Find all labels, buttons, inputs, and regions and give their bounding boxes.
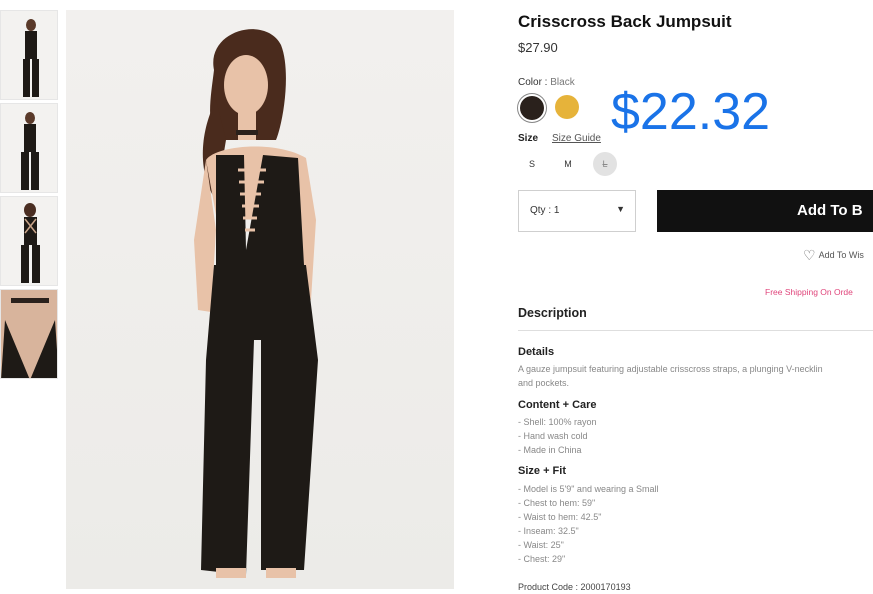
product-code: Product Code : 2000170193 — [518, 582, 631, 592]
size-guide-link[interactable]: Size Guide — [552, 133, 601, 144]
size-label: Size — [518, 133, 539, 144]
model-image — [1, 290, 57, 378]
color-swatch-black[interactable] — [520, 96, 544, 120]
model-image — [21, 112, 39, 190]
list-item: - Made in China — [518, 445, 582, 455]
list-item: - Waist: 25" — [518, 540, 564, 550]
product-price: $27.90 — [518, 40, 558, 55]
sale-price-overlay: $22.32 — [611, 83, 771, 141]
list-item: - Inseam: 32.5" — [518, 526, 579, 536]
list-item: - Chest to hem: 59" — [518, 498, 596, 508]
list-item: - Shell: 100% rayon — [518, 417, 597, 427]
model-image — [21, 203, 40, 283]
thumbnail-detail[interactable] — [0, 289, 58, 379]
details-line: A gauze jumpsuit featuring adjustable cr… — [518, 364, 823, 374]
description-divider — [518, 330, 873, 331]
size-option-s[interactable]: S — [520, 152, 544, 176]
color-swatch-mustard[interactable] — [555, 95, 579, 119]
quantity-label: Qty : 1 — [530, 205, 560, 216]
color-label: Color : Black — [518, 77, 575, 88]
product-title: Crisscross Back Jumpsuit — [518, 12, 732, 31]
details-line: and pockets. — [518, 378, 570, 388]
description-heading: Description — [518, 306, 587, 320]
free-shipping-notice[interactable]: Free Shipping On Orde — [765, 287, 853, 297]
color-selected-value: Black — [550, 77, 575, 88]
add-to-bag-button[interactable]: Add To B — [657, 190, 873, 232]
list-item: - Model is 5'9" and wearing a Small — [518, 484, 659, 494]
add-to-wishlist-label: Add To Wis — [818, 250, 864, 260]
caret-down-icon: ▼ — [616, 204, 625, 214]
list-item: - Chest: 29" — [518, 554, 566, 564]
details-heading: Details — [518, 346, 555, 358]
model-image — [194, 29, 318, 578]
thumbnail-back[interactable] — [0, 196, 58, 286]
size-option-l[interactable]: L — [593, 152, 617, 176]
model-image — [23, 19, 39, 97]
size-fit-list: - Model is 5'9" and wearing a Small - Ch… — [518, 482, 658, 566]
main-product-image[interactable] — [66, 10, 454, 589]
size-fit-heading: Size + Fit — [518, 465, 566, 477]
size-option-m[interactable]: M — [556, 152, 580, 176]
content-care-list: - Shell: 100% rayon - Hand wash cold - M… — [518, 415, 597, 457]
thumbnail-front-1[interactable] — [0, 10, 58, 100]
content-care-heading: Content + Care — [518, 399, 597, 411]
list-item: - Waist to hem: 42.5" — [518, 512, 602, 522]
color-label-text: Color : — [518, 77, 548, 88]
list-item: - Hand wash cold — [518, 431, 588, 441]
thumbnail-front-2[interactable] — [0, 103, 58, 193]
details-text: A gauze jumpsuit featuring adjustable cr… — [518, 362, 823, 390]
heart-icon: ♡ — [803, 247, 816, 263]
add-to-wishlist-link[interactable]: ♡ Add To Wis — [803, 247, 864, 264]
quantity-select[interactable]: Qty : 1 ▼ — [518, 190, 636, 232]
